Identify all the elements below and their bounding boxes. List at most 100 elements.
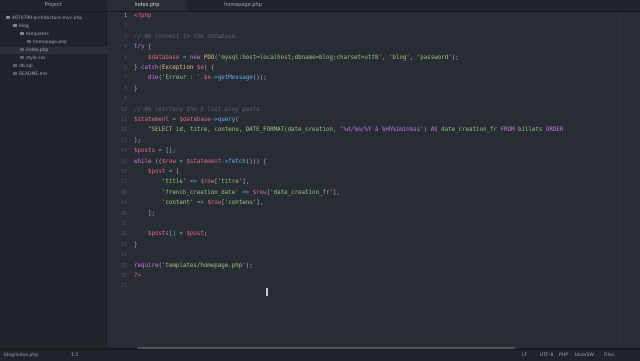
code-line[interactable]: } catch(Exception $e) {: [134, 63, 214, 73]
code-token: billets: [514, 127, 546, 134]
code-token: $database: [147, 54, 180, 61]
code-token: PDO: [203, 54, 215, 61]
code-line[interactable]: }: [134, 240, 138, 250]
code-token: "SELECT id, titre, contenu, DATE_FORMAT(…: [147, 127, 344, 134]
file-icon: [20, 56, 24, 59]
code-line[interactable]: }: [134, 84, 138, 94]
line-number: 20: [120, 210, 127, 217]
code-token: 'templates/homepage.php': [161, 262, 246, 269]
code-line[interactable]: $posts[] = $post;: [134, 229, 207, 239]
code-token: ],: [242, 179, 250, 186]
code-token: $row: [207, 200, 222, 207]
tab-project[interactable]: Project: [0, 0, 106, 11]
tree-item-label: index.php: [26, 48, 49, 53]
code-token: $posts: [147, 231, 169, 238]
code-line[interactable]: 'title' => $row['titre'],: [134, 177, 249, 187]
code-token: ];: [147, 210, 155, 217]
status-file-path[interactable]: blog/index.php: [4, 350, 38, 361]
tree-file[interactable]: README.md: [13, 71, 47, 78]
code-line[interactable]: $posts = [];: [134, 146, 176, 156]
tree-file[interactable]: style.css: [20, 55, 45, 62]
code-token: =: [154, 148, 166, 155]
status-files[interactable]: Files: [604, 350, 614, 361]
code-line[interactable]: 'content' => $row['contenu'],: [134, 198, 263, 208]
line-number: 18: [120, 189, 127, 196]
code-token: =: [179, 54, 190, 61]
tree-folder[interactable]: templates: [20, 31, 49, 38]
code-token: );: [451, 54, 459, 61]
status-cursor-position[interactable]: 1:1: [71, 350, 78, 361]
code-token: ],: [332, 189, 340, 196]
code-line[interactable]: "SELECT id, titre, contenu, DATE_FORMAT(…: [134, 125, 563, 135]
code-token: <?php: [134, 13, 152, 19]
code-token: // We retrieve the 5 last blog posts.: [134, 106, 264, 113]
line-number: 25: [120, 262, 127, 269]
code-token: ->: [210, 117, 218, 123]
code-line[interactable]: // We connect to the database.: [134, 32, 239, 42]
code-token: $post: [147, 169, 166, 175]
line-number: 22: [120, 231, 127, 238]
file-icon: [27, 40, 31, 43]
line-number: 10: [120, 106, 127, 113]
code-token: 'blog': [388, 54, 410, 61]
code-token: $posts: [134, 148, 155, 155]
code-line[interactable]: $database = new PDO('mysql:host=localhos…: [134, 53, 459, 63]
code-line[interactable]: ?>: [134, 271, 141, 281]
line-number: 3: [123, 33, 127, 40]
code-token: AS: [430, 127, 438, 134]
line-number: 13: [120, 137, 127, 144]
tree-file[interactable]: db.sql: [13, 63, 33, 70]
code-line[interactable]: try {: [134, 42, 151, 52]
status-grammar[interactable]: PHP: [559, 350, 568, 361]
line-number: 16: [120, 169, 127, 175]
code-editor[interactable]: 1 2 3 4 5 6 7 8 9 10 11 12 13 14 15 16 17 18 19 20 21 22 23 24 2…: [107, 12, 640, 348]
code-line[interactable]: $statement = $database->query(: [134, 115, 239, 125]
tree-folder[interactable]: 4670799-architecture-mvc-php: [6, 15, 82, 22]
code-line[interactable]: $post = [: [134, 167, 179, 177]
tree-file[interactable]: homepage.php: [27, 39, 67, 46]
code-line[interactable]: die('Erreur : '.$e->getMessage());: [134, 73, 267, 83]
code-token: );: [134, 137, 141, 144]
tab-homepage-php[interactable]: homepage.php: [188, 0, 298, 11]
code-token: 'content': [161, 200, 194, 207]
status-bar: blog/index.php 1:1 LF UTF-8 PHP blue/SW …: [0, 349, 640, 361]
code-line[interactable]: 'french_creation_date' => $row['date_cre…: [134, 188, 340, 198]
file-icon: [13, 64, 17, 67]
code-token: );: [245, 262, 253, 269]
code-line[interactable]: // We retrieve the 5 last blog posts.: [134, 105, 263, 115]
code-token: $row: [161, 158, 176, 165]
folder-icon: [13, 24, 17, 27]
code-line[interactable]: require('templates/homepage.php');: [134, 261, 253, 271]
code-token: require: [134, 262, 159, 269]
folder-icon: [20, 32, 24, 35]
tab-index-php[interactable]: index.php: [107, 0, 187, 11]
code-area[interactable]: <?php // We connect to the database. try {…: [134, 12, 640, 348]
code-token: $statement: [134, 117, 169, 123]
code-token: catch: [140, 65, 159, 71]
line-number: 11: [120, 117, 127, 123]
project-tree: 4670799-architecture-mvc-php blog template…: [0, 12, 126, 348]
code-token: $row: [252, 189, 267, 196]
code-line[interactable]: ];: [134, 209, 155, 219]
code-token: %d/%m/%Y à %Hh%imin%ss: [343, 127, 421, 134]
code-token: 'date_creation_fr': [270, 189, 333, 196]
code-line[interactable]: <?php: [134, 12, 151, 21]
tree-folder[interactable]: blog: [13, 23, 29, 30]
code-line[interactable]: while (($row = $statement->fetch())) {: [134, 157, 267, 167]
line-number: 5: [123, 54, 127, 61]
code-token: 'password': [416, 54, 452, 61]
wrap-guide: [620, 12, 621, 348]
tree-item-label: README.md: [19, 72, 47, 77]
code-line[interactable]: );: [134, 136, 141, 146]
code-token: Exception: [161, 65, 194, 71]
status-encoding[interactable]: UTF-8: [540, 350, 553, 361]
status-git-branch[interactable]: blue/SW: [575, 350, 594, 361]
status-line-ending[interactable]: LF: [522, 350, 527, 361]
line-number: 8: [123, 85, 127, 92]
tree-item-label: style.css: [26, 56, 46, 61]
